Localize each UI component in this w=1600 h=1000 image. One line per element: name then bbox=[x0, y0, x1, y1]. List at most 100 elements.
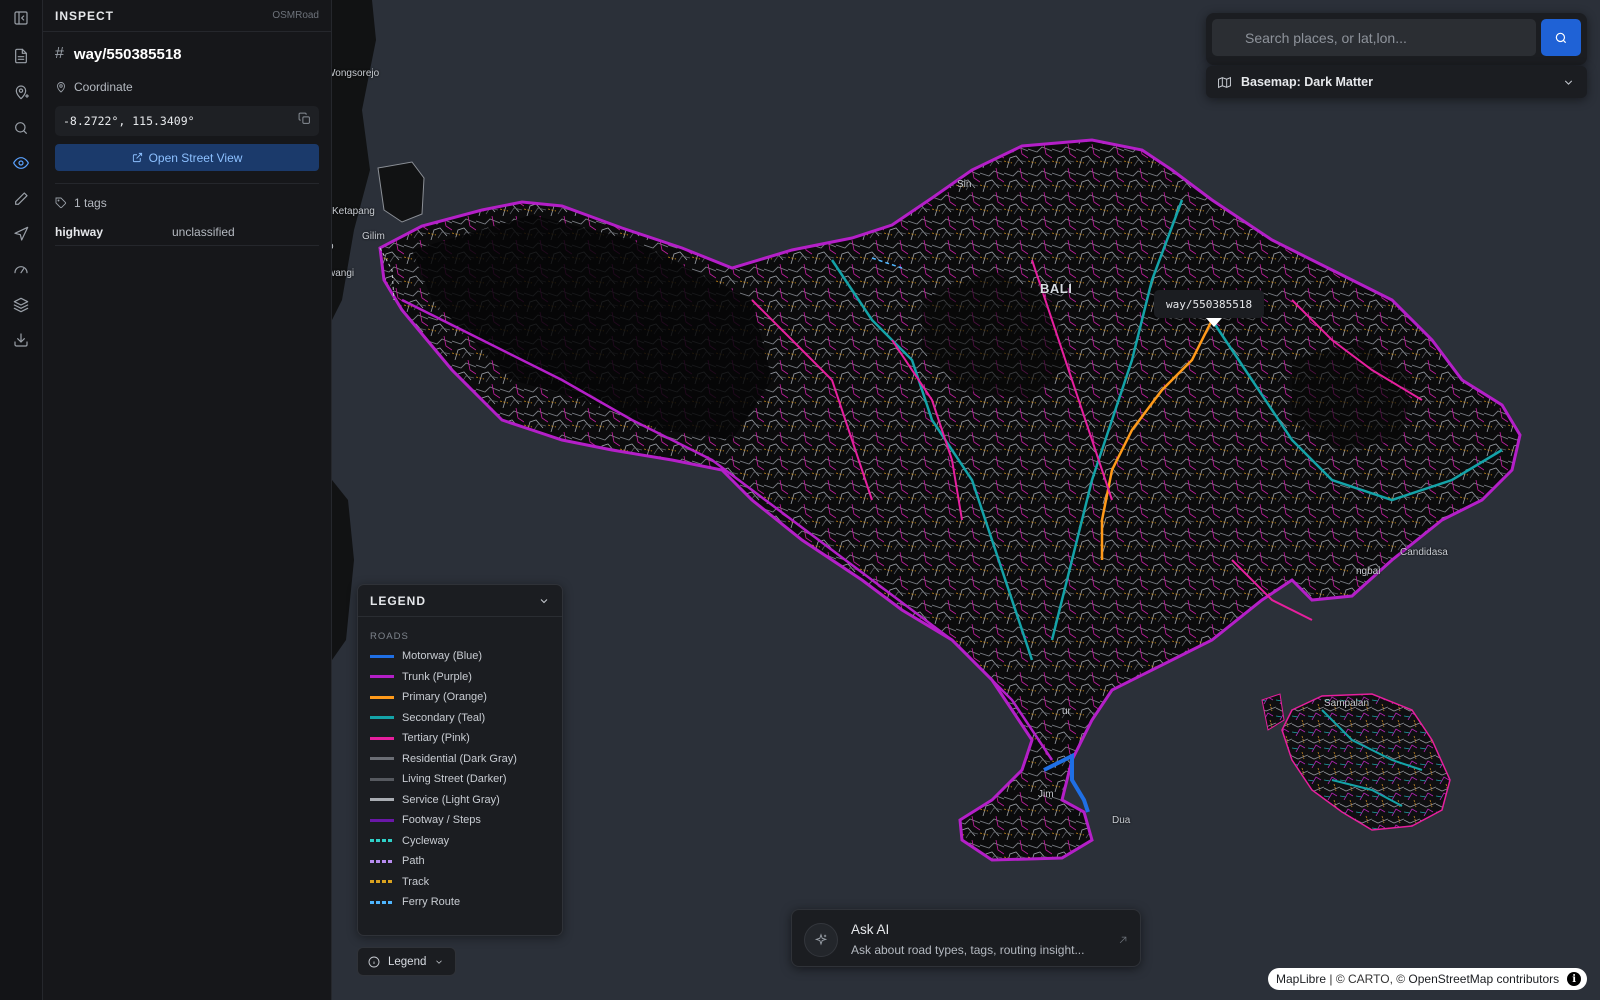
legend-label: Secondary (Teal) bbox=[402, 711, 486, 724]
carto-credit: | © CARTO, © bbox=[1329, 972, 1406, 986]
attribution-info-icon[interactable]: i bbox=[1567, 972, 1582, 986]
legend-item: Residential (Dark Gray) bbox=[358, 749, 562, 770]
search-button[interactable] bbox=[1541, 19, 1581, 56]
map-attribution: MapLibre | © CARTO, © OpenStreetMap cont… bbox=[1268, 968, 1588, 990]
chevron-down-icon[interactable] bbox=[538, 595, 550, 607]
ask-ai-title: Ask AI bbox=[851, 922, 890, 937]
tooltip-pointer bbox=[1206, 318, 1222, 327]
legend-item: Footway / Steps bbox=[358, 810, 562, 831]
feature-id-row: # way/550385518 bbox=[43, 32, 331, 76]
tags-count: 1 tags bbox=[43, 188, 331, 218]
legend-swatch bbox=[370, 675, 394, 679]
legend-section-title: ROADS bbox=[370, 631, 409, 642]
search-icon bbox=[1555, 32, 1567, 43]
legend-header[interactable]: LEGEND bbox=[358, 585, 562, 617]
place-label-sampalan: Sampalan bbox=[1324, 698, 1370, 709]
contributors-text: contributors bbox=[1496, 972, 1560, 986]
tag-icon bbox=[55, 197, 67, 209]
place-label-wongsorejo: Wongsorejo bbox=[332, 68, 380, 79]
layers-icon[interactable] bbox=[7, 291, 35, 319]
legend-swatch bbox=[370, 859, 394, 863]
legend-label: Ferry Route bbox=[402, 896, 461, 909]
legend-items: Motorway (Blue) Trunk (Purple) Primary (Or… bbox=[358, 646, 562, 913]
legend-item: Living Street (Darker) bbox=[358, 769, 562, 790]
map-icon bbox=[1218, 76, 1231, 88]
chevron-down-icon bbox=[1564, 80, 1573, 85]
open-street-view-button[interactable]: Open Street View bbox=[55, 144, 319, 171]
place-label-sanur: ur bbox=[1062, 706, 1071, 717]
legend-label: Track bbox=[402, 875, 430, 888]
coordinate-label: Coordinate bbox=[43, 76, 331, 98]
legend-toggle-button[interactable]: Legend bbox=[357, 947, 456, 976]
legend-swatch bbox=[370, 654, 394, 658]
hash-icon: # bbox=[55, 45, 64, 62]
legend-item: Cycleway bbox=[358, 831, 562, 852]
ask-ai-card[interactable]: Ask AI Ask about road types, tags, routi… bbox=[791, 909, 1141, 967]
sparkles-icon bbox=[804, 923, 838, 957]
eye-icon[interactable] bbox=[7, 149, 35, 177]
legend-item: Ferry Route bbox=[358, 892, 562, 913]
search-icon[interactable] bbox=[7, 114, 35, 142]
search-input[interactable] bbox=[1212, 19, 1536, 56]
map-pin-plus-icon[interactable] bbox=[7, 78, 35, 106]
divider bbox=[55, 183, 319, 184]
document-icon[interactable] bbox=[7, 42, 35, 70]
place-label-padangbai: ngbai bbox=[1356, 566, 1381, 577]
brand-label: OSMRoad bbox=[272, 10, 319, 21]
search-card bbox=[1206, 13, 1587, 65]
open-street-view-label: Open Street View bbox=[148, 150, 243, 165]
legend-swatch bbox=[370, 880, 394, 884]
place-label-jimbaran: Jim bbox=[1038, 789, 1054, 800]
legend-swatch bbox=[370, 798, 394, 802]
legend-item: Motorway (Blue) bbox=[358, 646, 562, 667]
info-icon bbox=[368, 956, 380, 967]
copy-icon[interactable] bbox=[298, 112, 311, 130]
panel-header: INSPECT OSMRoad bbox=[43, 0, 331, 32]
place-label-ketapang: Ketapang bbox=[332, 206, 375, 217]
legend-swatch bbox=[370, 839, 394, 843]
feature-tooltip: way/550385518 bbox=[1154, 290, 1265, 318]
legend-item: Primary (Orange) bbox=[358, 687, 562, 708]
gauge-icon[interactable] bbox=[7, 256, 35, 284]
legend-label: Motorway (Blue) bbox=[402, 650, 483, 663]
legend-swatch bbox=[370, 757, 394, 761]
place-label-candidasa: Candidasa bbox=[1400, 547, 1448, 558]
expand-icon[interactable] bbox=[1118, 932, 1128, 950]
tag-key: highway bbox=[55, 224, 104, 239]
send-icon[interactable] bbox=[7, 220, 35, 248]
legend-label: Residential (Dark Gray) bbox=[402, 752, 517, 765]
inspect-panel: INSPECT OSMRoad # way/550385518 Coordina… bbox=[43, 0, 332, 1000]
legend-item: Track bbox=[358, 872, 562, 893]
legend-swatch bbox=[370, 900, 394, 904]
external-link-icon bbox=[132, 152, 142, 163]
legend-toggle-label: Legend bbox=[388, 955, 427, 968]
legend-label: Trunk (Purple) bbox=[402, 670, 472, 683]
coordinate-box: -8.2722°, 115.3409° bbox=[55, 106, 319, 136]
basemap-label: Basemap: Dark Matter bbox=[1241, 75, 1373, 89]
place-label-singaraja: Sin bbox=[957, 179, 972, 190]
place-label-gilimanuk: Gilim bbox=[362, 231, 385, 242]
ask-ai-subtitle: Ask about road types, tags, routing insi… bbox=[851, 943, 1085, 957]
legend-panel: LEGEND ROADS Motorway (Blue) Trunk (Purpl… bbox=[357, 584, 563, 936]
legend-swatch bbox=[370, 736, 394, 740]
tag-value: unclassified bbox=[172, 224, 235, 239]
map-pin-icon bbox=[57, 82, 65, 93]
osm-link[interactable]: OpenStreetMap bbox=[1408, 972, 1493, 986]
legend-item: Secondary (Teal) bbox=[358, 708, 562, 729]
icon-rail bbox=[0, 0, 43, 1000]
place-label-o: o bbox=[332, 241, 334, 252]
download-icon[interactable] bbox=[7, 326, 35, 354]
legend-item: Trunk (Purple) bbox=[358, 667, 562, 688]
maplibre-link[interactable]: MapLibre bbox=[1276, 972, 1326, 986]
legend-swatch bbox=[370, 777, 394, 781]
legend-title: LEGEND bbox=[370, 593, 427, 608]
legend-item: Tertiary (Pink) bbox=[358, 728, 562, 749]
coordinate-label-text: Coordinate bbox=[74, 80, 133, 94]
panel-title: INSPECT bbox=[55, 8, 115, 23]
legend-swatch bbox=[370, 695, 394, 699]
basemap-selector[interactable]: Basemap: Dark Matter bbox=[1206, 66, 1587, 98]
place-label-bali: BALI bbox=[1040, 281, 1073, 296]
pencil-icon[interactable] bbox=[7, 185, 35, 213]
panel-toggle-icon[interactable] bbox=[7, 4, 35, 32]
legend-item: Path bbox=[358, 851, 562, 872]
